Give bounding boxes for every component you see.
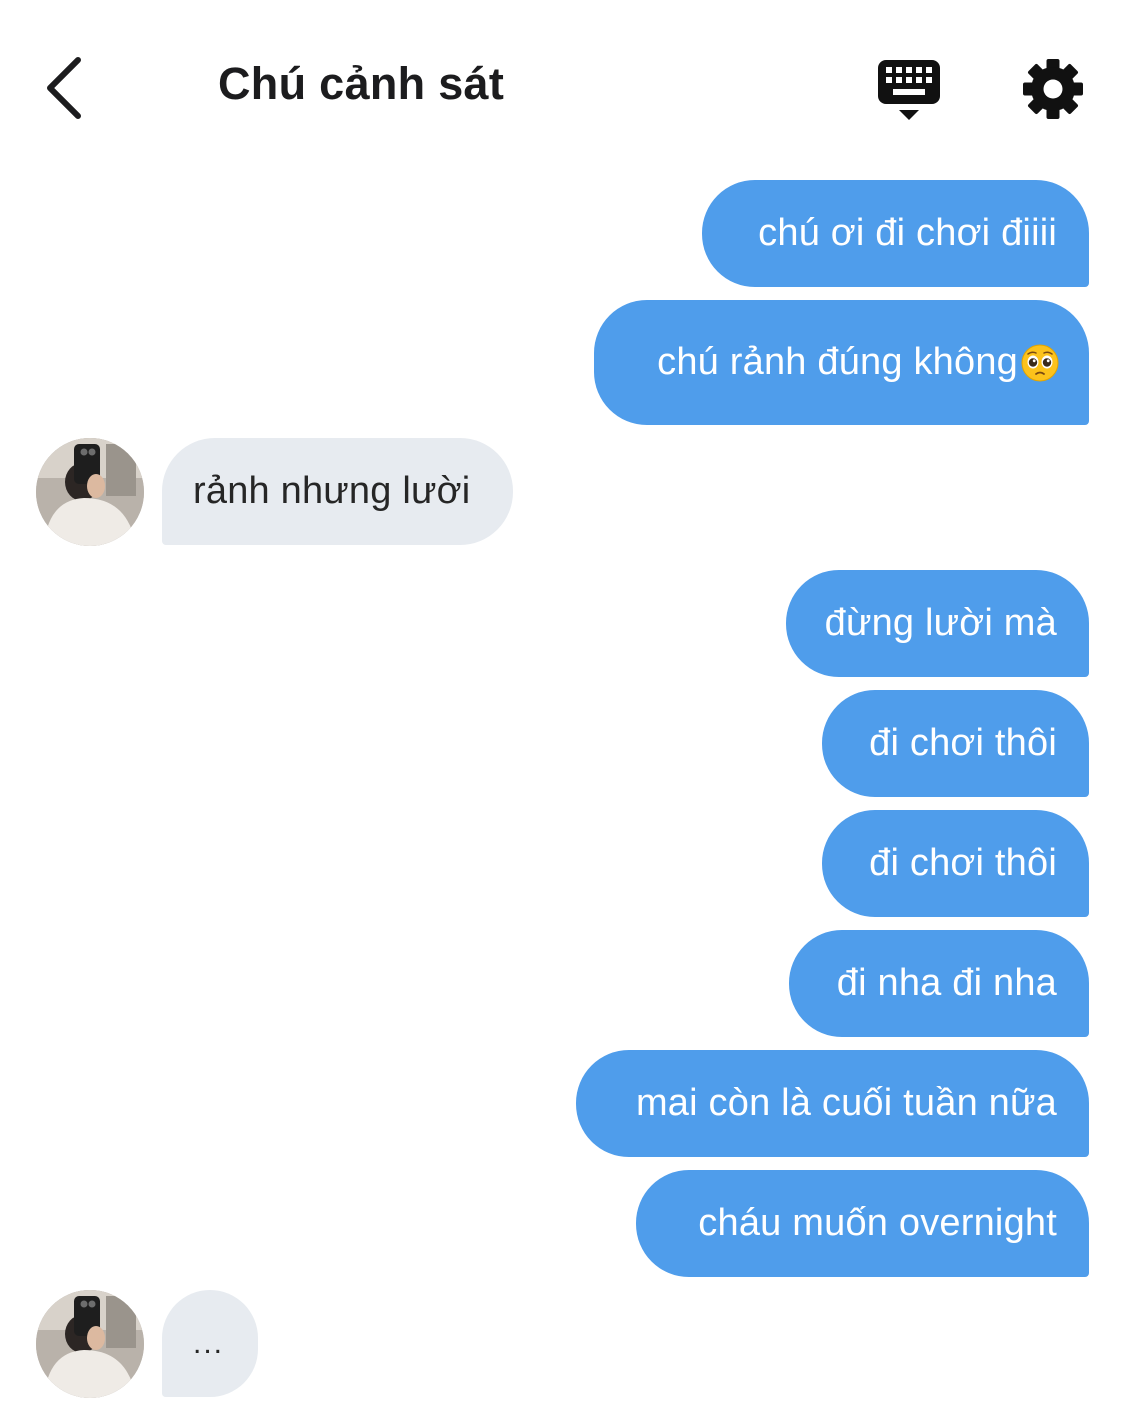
gear-icon — [1023, 59, 1083, 119]
message-text: đi chơi thôi — [869, 842, 1057, 884]
message-bubble-outgoing[interactable]: đi nha đi nha — [789, 930, 1089, 1037]
chevron-left-icon — [47, 57, 81, 119]
message-bubble-incoming[interactable]: rảnh nhưng lười — [162, 438, 513, 545]
pleading-face-icon — [1021, 344, 1059, 381]
message-text: đừng lười mà — [824, 602, 1057, 644]
typing-indicator-bubble: ... — [162, 1290, 258, 1397]
contact-avatar[interactable] — [36, 1290, 144, 1398]
message-text: đi nha đi nha — [836, 962, 1057, 1004]
message-bubble-outgoing[interactable]: đừng lười mà — [786, 570, 1089, 677]
typing-indicator: ... — [193, 1326, 225, 1360]
chat-title[interactable]: Chú cảnh sát — [218, 58, 504, 110]
settings-button[interactable] — [1020, 56, 1086, 122]
message-text: chú ơi đi chơi điiii — [758, 212, 1057, 254]
avatar-photo — [36, 438, 144, 546]
message-text: mai còn là cuối tuần nữa — [635, 1082, 1057, 1124]
message-text: rảnh nhưng lười — [193, 470, 471, 512]
keyboard-button[interactable] — [876, 58, 942, 124]
message-bubble-outgoing[interactable]: mai còn là cuối tuần nữa — [576, 1050, 1089, 1157]
back-button[interactable] — [40, 52, 96, 124]
message-text: đi chơi thôi — [869, 722, 1057, 764]
message-bubble-outgoing[interactable]: chú ơi đi chơi điiii — [702, 180, 1089, 287]
message-bubble-outgoing[interactable]: cháu muốn overnight — [636, 1170, 1089, 1277]
message-bubble-outgoing[interactable]: đi chơi thôi — [822, 810, 1089, 917]
message-text: chú rảnh đúng không — [657, 341, 1018, 383]
message-bubble-outgoing[interactable]: chú rảnh đúng không — [594, 300, 1089, 425]
message-text: cháu muốn overnight — [698, 1202, 1057, 1244]
avatar-photo — [36, 1290, 144, 1398]
contact-avatar[interactable] — [36, 438, 144, 546]
message-bubble-outgoing[interactable]: đi chơi thôi — [822, 690, 1089, 797]
keyboard-icon — [878, 60, 940, 120]
chat-header: Chú cảnh sát — [0, 0, 1125, 170]
